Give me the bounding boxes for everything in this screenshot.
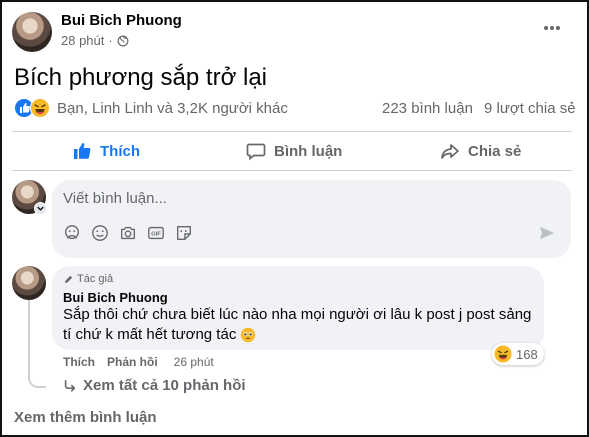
svg-text:GIF: GIF	[151, 232, 161, 238]
comment-text-line1: Sắp thôi chứ chưa biết lúc nào nha mọi n…	[63, 306, 532, 323]
divider-bottom	[12, 170, 572, 171]
share-count[interactable]: 9 lượt chia sẻ	[484, 100, 576, 117]
sticker-icon[interactable]	[175, 224, 193, 242]
divider-top	[12, 131, 572, 132]
comment-reply-button[interactable]: Phản hồi	[107, 355, 158, 369]
pencil-icon	[64, 275, 73, 283]
view-replies-label: Xem tất cả 10 phản hồi	[83, 377, 246, 394]
more-comments-link[interactable]: Xem thêm bình luận	[14, 409, 157, 426]
comment-time[interactable]: 26 phút	[174, 355, 214, 369]
post-author-name[interactable]: Bui Bich Phuong	[61, 12, 182, 29]
author-badge: Tác giả	[63, 273, 113, 285]
comment-reaction-pill[interactable]: 168	[492, 343, 544, 365]
gif-icon[interactable]: GIF	[147, 224, 165, 242]
share-arrow-icon	[441, 144, 459, 159]
comment-input[interactable]: Viết bình luận...	[63, 190, 167, 207]
post-text: Bích phương sắp trở lại	[14, 64, 267, 91]
comment-text-line2: tí chứ k mất hết tương tác	[63, 326, 256, 343]
reaction-icons[interactable]	[14, 98, 54, 118]
avatar-sticker-icon[interactable]	[63, 224, 81, 242]
comment-count[interactable]: 223 bình luận	[382, 100, 473, 117]
haha-reaction-icon	[30, 98, 50, 118]
share-button[interactable]: Chia sẻ	[440, 140, 521, 162]
emoji-icon[interactable]	[91, 224, 109, 242]
globe-icon	[117, 35, 129, 46]
haha-reaction-icon	[494, 345, 512, 363]
author-avatar[interactable]	[12, 12, 52, 52]
comment-actions: Thích Phản hồi 26 phút	[63, 355, 214, 369]
camera-icon[interactable]	[119, 224, 137, 242]
comment-reaction-count: 168	[516, 346, 538, 362]
share-label: Chia sẻ	[468, 142, 522, 160]
comment-bubble-icon	[246, 143, 266, 161]
like-button[interactable]: Thích	[72, 140, 140, 162]
send-icon[interactable]	[538, 224, 556, 242]
thread-line	[28, 300, 46, 388]
composer-tools: GIF	[63, 224, 193, 242]
like-label: Thích	[100, 142, 140, 160]
avatar-dropdown-icon[interactable]	[34, 202, 47, 215]
post-time[interactable]: 28 phút	[61, 33, 104, 48]
reactions-summary[interactable]: Bạn, Linh Linh và 3,2K người khác	[57, 100, 288, 117]
view-replies-link[interactable]: Xem tất cả 10 phản hồi	[63, 377, 246, 394]
comment-like-button[interactable]: Thích	[63, 355, 95, 369]
commenter-avatar[interactable]	[12, 266, 46, 300]
comment-author[interactable]: Bui Bich Phuong	[63, 290, 168, 305]
more-dots-icon[interactable]	[542, 22, 562, 34]
reply-arrow-icon	[64, 379, 76, 392]
comment-button[interactable]: Bình luận	[246, 140, 342, 162]
post-meta: 28 phút ·	[61, 33, 129, 48]
thumbs-up-icon	[74, 143, 91, 159]
comment-text-line2-text: tí chứ k mất hết tương tác	[63, 326, 237, 343]
author-badge-label: Tác giả	[77, 273, 114, 285]
pleading-face-emoji-icon	[241, 327, 256, 342]
comment-label: Bình luận	[274, 142, 343, 160]
